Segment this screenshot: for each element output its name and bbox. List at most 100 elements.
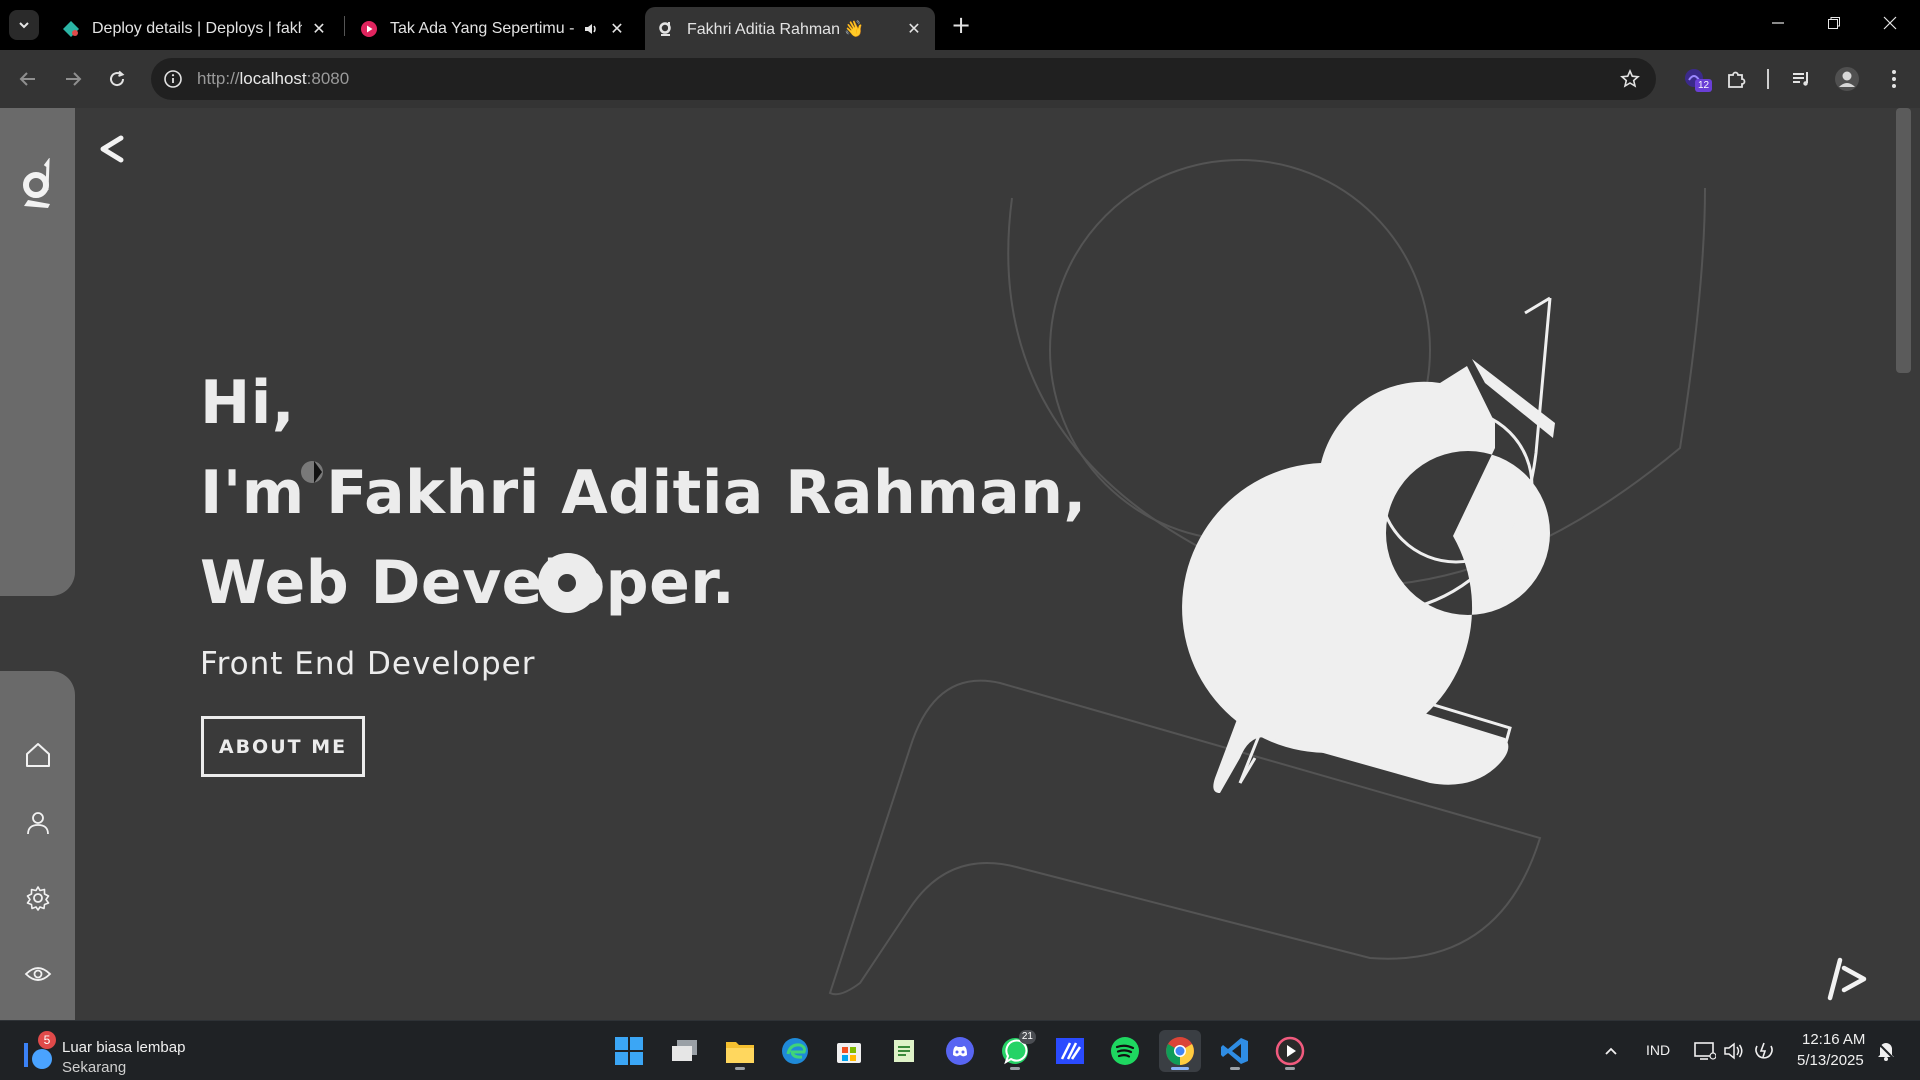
clock-date[interactable]: 5/13/2025 [1797, 1052, 1864, 1069]
user-icon [27, 812, 49, 835]
avatar [1835, 67, 1859, 91]
tab-deploy-details[interactable]: Deploy details | Deploys | fakhri ✕ [50, 7, 340, 50]
eye-icon [24, 967, 52, 981]
edge-icon [782, 1038, 808, 1064]
input-language[interactable]: IND [1646, 1042, 1670, 1058]
sidebar-nav [0, 671, 75, 1020]
url-scheme: http:// [197, 69, 240, 88]
minimize-icon [1772, 22, 1784, 24]
close-window-button[interactable] [1862, 0, 1918, 46]
new-tab-button[interactable]: + [946, 10, 976, 40]
portfolio-page: Hi, I'm Fakhri Aditia Rahman, Web Develo… [0, 108, 1920, 1020]
store-app[interactable] [828, 1030, 870, 1072]
task-view-button[interactable] [664, 1030, 706, 1072]
network-icon [1694, 1042, 1716, 1060]
sidebar-item-about[interactable] [22, 807, 54, 839]
url-text[interactable]: http://localhost:8080 [197, 69, 349, 89]
youtube-icon [360, 20, 378, 38]
close-icon [1883, 16, 1897, 30]
profile-button[interactable] [1833, 65, 1861, 93]
custom-cursor-ring [538, 553, 598, 613]
whatsapp-app[interactable]: 21 [994, 1030, 1036, 1072]
spotify-icon [1111, 1037, 1139, 1065]
extension-button[interactable]: 12 [1681, 65, 1713, 93]
spotify-app[interactable] [1104, 1030, 1146, 1072]
speaker-icon[interactable] [582, 20, 600, 38]
sidebar-item-home[interactable] [22, 739, 54, 771]
tab-search-button[interactable] [9, 10, 39, 40]
arrow-left-icon [19, 72, 35, 86]
hero-logo-illustration [1182, 296, 1555, 793]
hero-name: I'm Fakhri Aditia Rahman, [200, 458, 1087, 528]
netlify-icon [62, 20, 80, 38]
show-hidden-icons-button[interactable] [1599, 1039, 1623, 1063]
battery-status[interactable] [1752, 1039, 1776, 1063]
folder-icon [726, 1042, 754, 1063]
media-player-app[interactable] [1269, 1030, 1311, 1072]
chevron-down-icon [19, 22, 29, 29]
chrome-icon [1166, 1037, 1194, 1065]
tab-title: Tak Ada Yang Sepertimu - Y [390, 19, 574, 37]
tab-portfolio[interactable]: Fakhri Aditia Rahman 👋 ✕ [645, 7, 935, 50]
about-me-button[interactable]: ABOUT ME [201, 716, 365, 777]
close-tab-icon[interactable]: ✕ [608, 20, 626, 38]
volume-status[interactable] [1722, 1039, 1746, 1063]
playlist-icon [1793, 72, 1808, 86]
running-indicator [1171, 1067, 1189, 1070]
close-tab-icon[interactable]: ✕ [905, 20, 923, 38]
discord-icon [946, 1037, 974, 1065]
hero-greeting: Hi, [200, 368, 296, 438]
store-icon [837, 1043, 861, 1063]
vpn-app[interactable] [1049, 1030, 1091, 1072]
sidebar-item-portfolio[interactable] [22, 958, 54, 990]
mouse-cursor-icon [301, 461, 323, 483]
minimize-button[interactable] [1750, 0, 1806, 46]
notepad-app[interactable] [883, 1030, 925, 1072]
browser-menu-button[interactable] [1880, 65, 1908, 93]
puzzle-icon [1728, 71, 1746, 88]
tab-title: Deploy details | Deploys | fakhri [92, 19, 302, 37]
chevron-up-icon [1605, 1047, 1617, 1055]
hero-heading: Hi, I'm Fakhri Aditia Rahman, Web Develo… [200, 358, 1087, 628]
site-logo-icon [657, 20, 675, 38]
kebab-menu-icon [1892, 70, 1896, 88]
extensions-menu-button[interactable] [1722, 65, 1750, 93]
gear-icon [26, 886, 50, 911]
reload-icon [110, 70, 125, 87]
bookmark-star-icon[interactable] [1618, 67, 1642, 91]
windows-taskbar: 5 Luar biasa lembap Sekarang 21 IND 12:1… [0, 1020, 1920, 1080]
close-tab-icon[interactable]: ✕ [310, 20, 328, 38]
start-button[interactable] [608, 1030, 650, 1072]
site-info-icon[interactable] [161, 67, 185, 91]
windows-logo-icon [615, 1037, 643, 1065]
tab-divider [344, 16, 345, 36]
media-controls-button[interactable] [1787, 65, 1815, 93]
sidebar-top [0, 108, 75, 596]
back-button[interactable] [11, 62, 45, 96]
edge-app[interactable] [774, 1030, 816, 1072]
reload-button[interactable] [100, 62, 134, 96]
whatsapp-badge: 21 [1018, 1030, 1036, 1044]
address-bar[interactable]: http://localhost:8080 [151, 58, 1656, 100]
url-host: localhost [239, 69, 307, 88]
arrow-right-icon [66, 72, 82, 86]
browser-toolbar: http://localhost:8080 12 [0, 50, 1920, 108]
clock-time[interactable]: 12:16 AM [1802, 1031, 1865, 1048]
brand-logo-icon[interactable] [18, 158, 58, 216]
sidebar-item-skills[interactable] [22, 882, 54, 914]
chrome-app[interactable] [1159, 1030, 1201, 1072]
network-status[interactable] [1693, 1039, 1717, 1063]
file-explorer-app[interactable] [719, 1030, 761, 1072]
discord-app[interactable] [939, 1030, 981, 1072]
notification-bell-icon [1877, 1042, 1895, 1061]
vscode-app[interactable] [1214, 1030, 1256, 1072]
tab-youtube[interactable]: Tak Ada Yang Sepertimu - Y ✕ [348, 7, 638, 50]
notifications-button[interactable] [1874, 1039, 1898, 1063]
restore-button[interactable] [1806, 0, 1862, 46]
restore-icon [1828, 17, 1840, 29]
hero-role: Web Developer. [200, 548, 736, 618]
browser-tabstrip: Deploy details | Deploys | fakhri ✕ Tak … [0, 0, 1920, 50]
page-scrollbar-thumb[interactable] [1896, 108, 1911, 373]
forward-button[interactable] [56, 62, 90, 96]
weather-widget[interactable]: 5 Luar biasa lembap Sekarang [22, 1031, 222, 1076]
